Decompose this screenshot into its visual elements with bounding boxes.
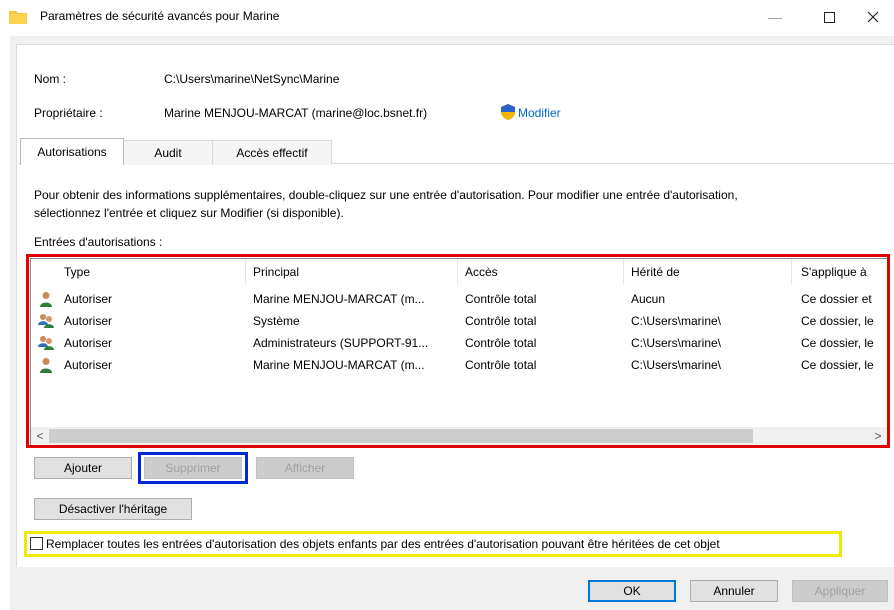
maximize-button[interactable]	[806, 0, 852, 34]
red-highlight-box	[26, 254, 890, 448]
tab-autorisations[interactable]: Autorisations	[20, 138, 124, 165]
disable-inheritance-button[interactable]: Désactiver l'héritage	[34, 498, 192, 520]
maximize-icon	[823, 11, 835, 23]
apply-button[interactable]: Appliquer	[792, 580, 888, 602]
name-label: Nom :	[34, 72, 67, 86]
uac-shield-icon	[501, 104, 515, 120]
tab-acces-effectif[interactable]: Accès effectif	[212, 140, 332, 165]
cancel-button[interactable]: Annuler	[690, 580, 778, 602]
modify-owner-link[interactable]: Modifier	[518, 106, 561, 120]
window-title: Paramètres de sécurité avancés pour Mari…	[40, 9, 280, 23]
close-button[interactable]	[850, 0, 894, 34]
description-line-2: sélectionnez l'entrée et cliquez sur Mod…	[34, 206, 344, 220]
close-icon	[867, 11, 879, 23]
name-value: C:\Users\marine\NetSync\Marine	[164, 72, 340, 86]
minimize-button[interactable]: —	[752, 0, 798, 34]
entries-label: Entrées d'autorisations :	[34, 235, 163, 249]
ok-button[interactable]: OK	[588, 580, 676, 602]
add-button[interactable]: Ajouter	[34, 457, 132, 479]
owner-value: Marine MENJOU-MARCAT (marine@loc.bsnet.f…	[164, 106, 428, 120]
description-line-1: Pour obtenir des informations supplément…	[34, 188, 738, 202]
view-button[interactable]: Afficher	[256, 457, 354, 479]
owner-label: Propriétaire :	[34, 106, 103, 120]
title-bar: Paramètres de sécurité avancés pour Mari…	[0, 0, 894, 34]
yellow-highlight-box	[24, 531, 842, 557]
blue-highlight-box	[138, 452, 248, 484]
folder-icon	[9, 11, 27, 24]
tab-audit[interactable]: Audit	[122, 140, 214, 165]
